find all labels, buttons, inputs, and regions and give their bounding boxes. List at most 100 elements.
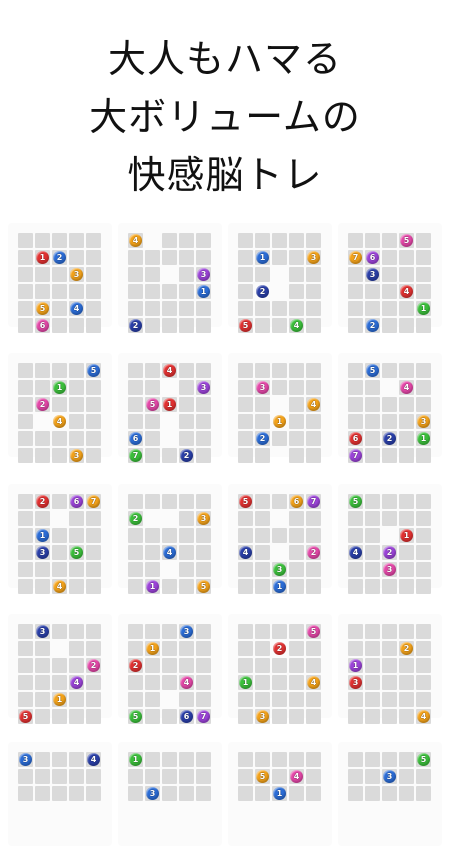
grid-cell <box>238 769 253 784</box>
number-dot: 1 <box>53 693 66 706</box>
number-dot: 1 <box>146 580 159 593</box>
grid-cell <box>255 658 270 673</box>
grid-cell <box>69 284 84 299</box>
grid-cell <box>145 562 160 577</box>
grid-cell <box>416 363 431 378</box>
grid-cell <box>52 397 67 412</box>
number-dot: 3 <box>256 710 269 723</box>
grid-cell <box>348 624 363 639</box>
grid-cell <box>162 318 177 333</box>
grid-cell <box>289 692 304 707</box>
grid-cell <box>179 511 194 526</box>
grid-cell <box>128 579 143 594</box>
grid-cell <box>18 641 33 656</box>
grid-cell <box>289 528 304 543</box>
grid-cell <box>238 380 253 395</box>
grid-cell <box>18 624 33 639</box>
grid-cell <box>145 250 160 265</box>
grid-cell <box>272 692 287 707</box>
grid-cell <box>255 318 270 333</box>
puzzle-thumbnail: 2 67 1 3 5 4 <box>8 484 112 594</box>
number-dot: 5 <box>70 546 83 559</box>
grid-cell <box>18 363 33 378</box>
grid-cell <box>35 380 50 395</box>
grid-cell <box>52 284 67 299</box>
grid-cell <box>162 250 177 265</box>
grid-cell <box>86 380 101 395</box>
number-dot: 4 <box>53 415 66 428</box>
grid-cell <box>416 267 431 282</box>
number-dot: 6 <box>129 432 142 445</box>
grid-cell <box>145 318 160 333</box>
grid-cell <box>348 511 363 526</box>
grid-cell <box>69 641 84 656</box>
number-dot: 5 <box>19 710 32 723</box>
grid-cell <box>52 494 67 509</box>
grid-cell <box>145 301 160 316</box>
grid-cell <box>18 284 33 299</box>
grid-cell <box>272 318 287 333</box>
grid-cell <box>238 786 253 801</box>
grid-cell <box>348 267 363 282</box>
number-dot: 1 <box>256 251 269 264</box>
grid-cell <box>238 692 253 707</box>
puzzle-thumbnail: 3 12 4 5 67 <box>118 614 222 724</box>
grid-cell <box>179 250 194 265</box>
grid-cell <box>162 301 177 316</box>
number-dot: 3 <box>197 512 210 525</box>
grid-cell <box>238 301 253 316</box>
grid-cell <box>306 414 321 429</box>
grid-cell <box>306 380 321 395</box>
grid-cell <box>52 752 67 767</box>
number-dot: 3 <box>197 268 210 281</box>
grid-cell <box>179 363 194 378</box>
grid-cell <box>306 431 321 446</box>
grid-cell <box>348 380 363 395</box>
grid-cell <box>255 692 270 707</box>
grid-cell <box>416 511 431 526</box>
grid-cell <box>399 545 414 560</box>
grid-cell <box>179 397 194 412</box>
grid-cell <box>18 675 33 690</box>
grid-cell <box>382 250 397 265</box>
grid-cell <box>128 250 143 265</box>
grid-cell <box>306 579 321 594</box>
number-dot: 4 <box>70 302 83 315</box>
grid-cell <box>52 562 67 577</box>
puzzle-thumbnail: 2 1 3 4 <box>338 614 442 724</box>
grid-cell <box>145 284 160 299</box>
grid-cell <box>289 363 304 378</box>
grid-cell <box>306 641 321 656</box>
grid-cell <box>18 511 33 526</box>
grid-cell <box>365 786 380 801</box>
number-dot: 3 <box>256 381 269 394</box>
grid-cell <box>272 752 287 767</box>
grid-cell <box>69 624 84 639</box>
grid-cell <box>255 624 270 639</box>
number-dot: 1 <box>146 642 159 655</box>
grid-cell <box>18 267 33 282</box>
grid-cell <box>255 494 270 509</box>
grid-cell <box>179 752 194 767</box>
grid-cell <box>348 579 363 594</box>
grid-cell <box>35 692 50 707</box>
grid-cell <box>35 233 50 248</box>
grid-cell <box>255 786 270 801</box>
number-dot: 5 <box>129 710 142 723</box>
number-dot: 5 <box>349 495 362 508</box>
grid-cell <box>18 786 33 801</box>
grid-cell <box>348 528 363 543</box>
grid-cell <box>196 494 211 509</box>
grid-cell <box>416 528 431 543</box>
grid-cell <box>86 641 101 656</box>
grid-cell <box>306 363 321 378</box>
grid-cell <box>289 380 304 395</box>
grid-cell <box>306 528 321 543</box>
grid-cell <box>179 692 194 707</box>
grid-cell <box>145 267 160 282</box>
grid-cell <box>86 448 101 463</box>
grid-cell <box>86 675 101 690</box>
grid-cell <box>348 752 363 767</box>
grid-cell <box>18 579 33 594</box>
number-dot: 3 <box>349 676 362 689</box>
